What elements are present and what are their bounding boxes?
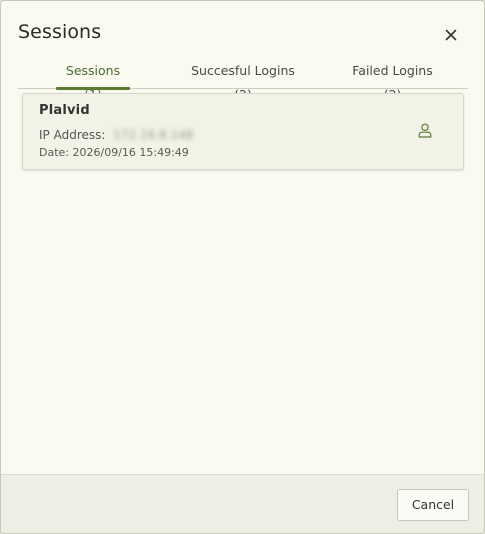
session-user-name: Plalvid xyxy=(39,103,90,118)
user-icon[interactable] xyxy=(418,123,432,138)
session-date: Date: 2026/09/16 15:49:49 xyxy=(39,146,189,159)
ip-address-row: IP Address: 172.16.8.148 xyxy=(39,128,193,142)
tab-bar: Sessions (1) Succesful Logins (2) Failed… xyxy=(18,59,468,102)
cancel-button[interactable]: Cancel xyxy=(397,489,469,521)
tab-failed-logins[interactable]: Failed Logins (2) xyxy=(344,59,441,102)
tab-successful-logins[interactable]: Succesful Logins (2) xyxy=(184,59,302,102)
session-card: Plalvid IP Address: 172.16.8.148 Date: 2… xyxy=(22,93,464,170)
sessions-dialog: Sessions Sessions (1) Succesful Logins (… xyxy=(0,0,485,534)
ip-address-label: IP Address: xyxy=(39,128,106,142)
dialog-title: Sessions xyxy=(18,21,102,43)
active-tab-indicator xyxy=(56,87,130,90)
ip-address-value: 172.16.8.148 xyxy=(113,128,194,142)
close-icon xyxy=(445,29,457,41)
tab-sessions[interactable]: Sessions (1) xyxy=(56,59,130,102)
close-button[interactable] xyxy=(441,25,461,45)
dialog-footer: Cancel xyxy=(1,474,484,533)
